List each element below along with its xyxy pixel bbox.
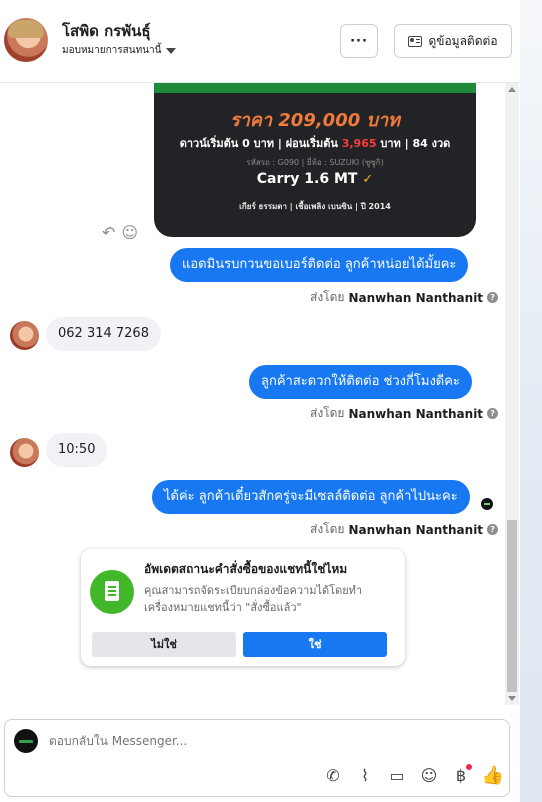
product-price: ราคา 209,000 บาท	[230, 110, 400, 131]
more-options-button[interactable]: ···	[340, 24, 378, 58]
inbox-panel: โสพิด กรพันธุ์ มอบหมายการสนทนานี้ ··· ดู…	[0, 0, 520, 802]
sent-by-label: ส่งโดย Nanwhan Nanthanit ?	[310, 520, 499, 539]
assign-label: มอบหมายการสนทนานี้	[62, 45, 162, 56]
view-contact-label: ดูข้อมูลติดต่อ	[428, 33, 498, 48]
page-background	[520, 0, 542, 802]
prompt-title: อัพเดตสถานะคำสั่งซื้อของแชทนี้ใช่ไหม	[144, 562, 348, 576]
verified-check-icon: ✓	[362, 172, 374, 187]
composer-toolbar: ✆ ⌇ ▭ ☺ ฿ 👍	[317, 764, 509, 786]
page-avatar	[14, 729, 38, 753]
no-button[interactable]: ไม่ใช่	[92, 632, 236, 657]
reply-icon[interactable]: ↶	[102, 223, 115, 242]
prompt-description: คุณสามารถจัดระเบียบกล่องข้อความได้โดยทำเ…	[144, 584, 363, 614]
message-composer: ✆ ⌇ ▭ ☺ ฿ 👍	[4, 719, 510, 797]
question-icon[interactable]: ?	[487, 408, 499, 419]
more-dots-icon: ···	[350, 33, 368, 49]
product-codes: รหัสรถ : G090 | ยี่ห้อ : SUZUKI (ซูซูกิ)	[246, 158, 384, 167]
contact-avatar[interactable]	[4, 18, 48, 62]
incoming-message[interactable]: 10:50	[46, 433, 108, 467]
outgoing-message[interactable]: แอดมินรบกวนขอเบอร์ติดต่อ ลูกค้าหน่อยได้ม…	[170, 248, 469, 282]
reply-input[interactable]	[49, 734, 469, 748]
product-image-attachment[interactable]: ราคา 209,000 บาท ดาวน์เริ่มต้น 0 บาท | ผ…	[154, 83, 476, 237]
question-icon[interactable]: ?	[487, 292, 499, 303]
contact-name[interactable]: โสพิด กรพันธุ์	[62, 19, 151, 43]
call-add-icon[interactable]: ✆	[317, 764, 349, 786]
emoji-icon[interactable]: ☺	[413, 764, 445, 786]
contact-avatar-small	[10, 438, 39, 467]
message-thread[interactable]: ราคา 209,000 บาท ดาวน์เริ่มต้น 0 บาท | ผ…	[0, 83, 520, 705]
conversation-header: โสพิด กรพันธุ์ มอบหมายการสนทนานี้ ··· ดู…	[0, 0, 520, 83]
baht-icon[interactable]: ฿	[445, 764, 477, 786]
scroll-down-arrow-icon[interactable]	[508, 696, 516, 701]
saved-reply-icon[interactable]: ▭	[381, 764, 413, 786]
outgoing-message[interactable]: ได้ค่ะ ลูกค้าเดี๋ยวสักครู่จะมีเซลล์ติดต่…	[152, 480, 470, 514]
contact-card-icon	[408, 35, 423, 47]
yes-button[interactable]: ใช่	[243, 632, 387, 657]
caret-down-icon	[166, 48, 177, 54]
scroll-up-arrow-icon[interactable]	[508, 87, 516, 92]
contact-avatar-small	[10, 321, 39, 350]
view-contact-button[interactable]: ดูข้อมูลติดต่อ	[394, 24, 512, 58]
product-specs: เกียร์ ธรรมดา | เชื้อเพลิง เบนซิน | ปี 2…	[239, 202, 391, 211]
thumbs-up-icon[interactable]: 👍	[477, 764, 509, 786]
paperclip-icon[interactable]: ⌇	[349, 764, 381, 786]
product-model: Carry 1.6 MT ✓	[256, 171, 374, 187]
order-status-prompt: อัพเดตสถานะคำสั่งซื้อของแชทนี้ใช่ไหม คุณ…	[81, 549, 405, 666]
sent-by-label: ส่งโดย Nanwhan Nanthanit ?	[310, 288, 499, 307]
notification-dot	[466, 764, 472, 770]
product-financing: ดาวน์เริ่มต้น 0 บาท | ผ่อนเริ่มต้น 3,965…	[179, 137, 451, 150]
question-icon[interactable]: ?	[487, 524, 499, 535]
thread-scrollbar[interactable]	[505, 83, 519, 705]
assign-conversation-dropdown[interactable]: มอบหมายการสนทนานี้	[62, 43, 177, 58]
message-actions: ↶ ☺	[102, 223, 138, 242]
scrollbar-thumb[interactable]	[507, 520, 517, 692]
seen-indicator	[481, 498, 493, 510]
emoji-react-icon[interactable]: ☺	[121, 223, 138, 242]
product-image-banner	[154, 83, 476, 93]
outgoing-message[interactable]: ลูกค้าสะดวกให้ติดต่อ ช่วงกี่โมงดีคะ	[249, 365, 472, 399]
sent-by-label: ส่งโดย Nanwhan Nanthanit ?	[310, 404, 499, 423]
incoming-message[interactable]: 062 314 7268	[46, 317, 161, 351]
order-document-icon	[90, 570, 134, 614]
